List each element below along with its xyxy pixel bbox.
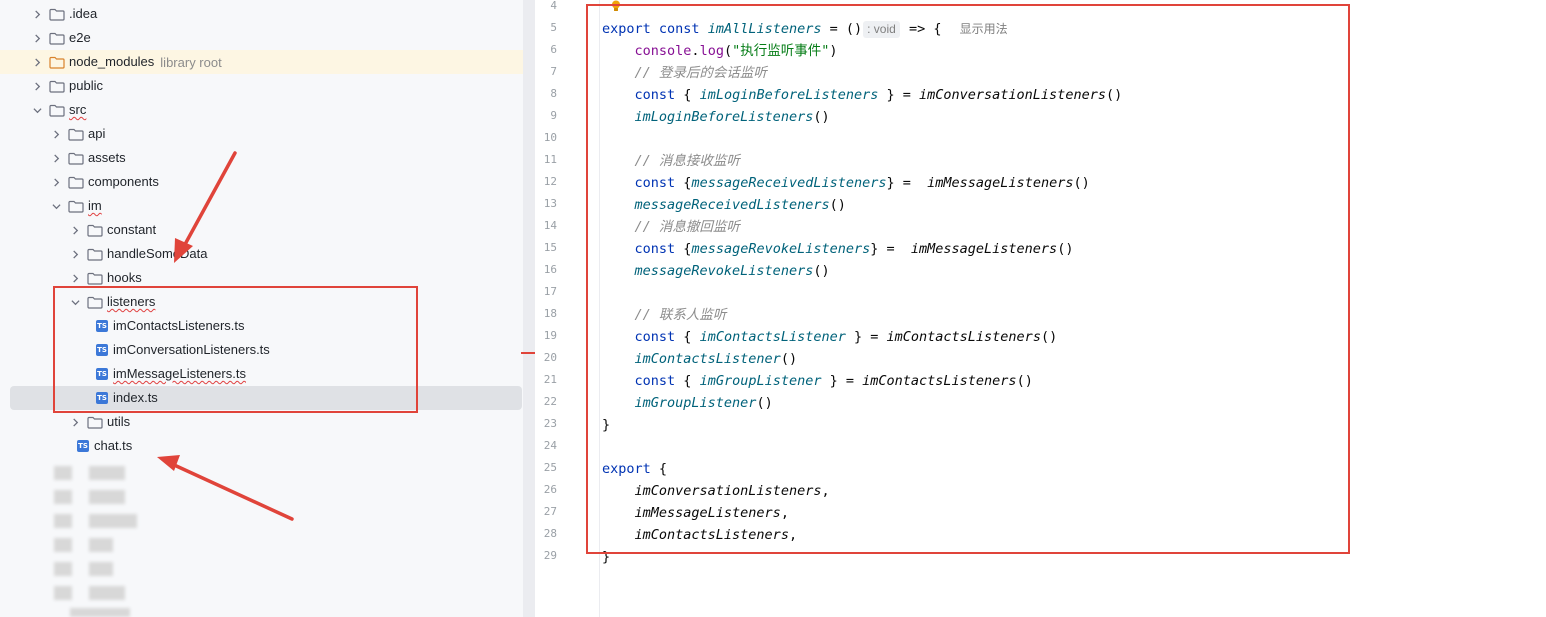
chevron-right-icon[interactable] xyxy=(68,415,82,429)
tree-item-src[interactable]: src xyxy=(0,98,523,122)
redacted-tree-item xyxy=(54,514,72,528)
chevron-right-icon[interactable] xyxy=(68,223,82,237)
line-number: 4 xyxy=(550,0,557,12)
tree-item-label: handleSomeData xyxy=(107,246,208,261)
tree-item-assets[interactable]: assets xyxy=(0,146,523,170)
library-root-hint: library root xyxy=(160,54,222,70)
chevron-right-icon[interactable] xyxy=(30,31,44,45)
tree-item-label: src xyxy=(69,102,87,117)
tree-item-node-modules[interactable]: node_modules library root xyxy=(0,50,523,74)
folder-icon xyxy=(68,152,84,165)
line-number: 17 xyxy=(543,285,557,298)
tree-item-label: node_modules xyxy=(69,54,155,69)
line-number: 21 xyxy=(543,373,557,386)
chevron-right-icon[interactable] xyxy=(30,79,44,93)
tree-item-api[interactable]: api xyxy=(0,122,523,146)
folder-icon xyxy=(49,104,65,117)
redacted-tree-item xyxy=(89,562,113,576)
typescript-file-icon: TS xyxy=(77,440,89,452)
line-number: 29 xyxy=(543,549,557,562)
line-number: 24 xyxy=(543,439,557,452)
redacted-tree-item xyxy=(70,608,130,617)
tree-item-label: constant xyxy=(107,222,157,237)
line-number: 15 xyxy=(543,241,557,254)
line-number: 12 xyxy=(543,175,557,188)
tree-item-label: utils xyxy=(107,414,131,429)
tree-item-label: .idea xyxy=(69,6,98,21)
tree-item-label: chat.ts xyxy=(94,438,133,453)
chevron-right-icon[interactable] xyxy=(49,175,63,189)
line-number: 16 xyxy=(543,263,557,276)
redacted-tree-item xyxy=(89,490,125,504)
redacted-tree-item xyxy=(54,562,72,576)
panel-splitter[interactable] xyxy=(523,0,535,617)
chevron-right-icon[interactable] xyxy=(30,7,44,21)
folder-icon xyxy=(68,128,84,141)
line-number: 6 xyxy=(550,43,557,56)
tree-item-label: components xyxy=(88,174,159,189)
line-number: 14 xyxy=(543,219,557,232)
code-highlight-box xyxy=(586,4,1350,554)
chevron-right-icon[interactable] xyxy=(49,127,63,141)
redacted-tree-item xyxy=(89,586,125,600)
chevron-right-icon[interactable] xyxy=(68,247,82,261)
folder-icon xyxy=(49,80,65,93)
redacted-tree-item xyxy=(89,538,113,552)
line-number: 19 xyxy=(543,329,557,342)
tree-item-chat-ts[interactable]: TS chat.ts xyxy=(0,434,523,458)
tree-item-public[interactable]: public xyxy=(0,74,523,98)
line-number: 28 xyxy=(543,527,557,540)
line-number: 18 xyxy=(543,307,557,320)
tree-item-components[interactable]: components xyxy=(0,170,523,194)
tree-item-idea[interactable]: .idea xyxy=(0,2,523,26)
folder-icon xyxy=(49,56,65,69)
redacted-tree-item xyxy=(89,466,125,480)
folder-icon xyxy=(87,224,103,237)
chevron-right-icon[interactable] xyxy=(30,55,44,69)
folder-icon xyxy=(87,248,103,261)
line-number: 8 xyxy=(550,87,557,100)
chevron-right-icon[interactable] xyxy=(49,151,63,165)
tree-item-handlesomedata[interactable]: handleSomeData xyxy=(0,242,523,266)
tree-item-constant[interactable]: constant xyxy=(0,218,523,242)
listeners-highlight-box xyxy=(53,286,418,413)
splitter-red-tick xyxy=(521,352,535,354)
tree-item-im[interactable]: im xyxy=(0,194,523,218)
tree-item-label: public xyxy=(69,78,103,93)
line-number: 11 xyxy=(543,153,557,166)
folder-icon xyxy=(87,272,103,285)
redacted-tree-item xyxy=(54,490,72,504)
line-number: 26 xyxy=(543,483,557,496)
tree-item-label: api xyxy=(88,126,106,141)
line-number: 5 xyxy=(550,21,557,34)
redacted-tree-item xyxy=(54,466,72,480)
folder-icon xyxy=(49,32,65,45)
tree-item-label: assets xyxy=(88,150,126,165)
line-number: 20 xyxy=(543,351,557,364)
line-number: 22 xyxy=(543,395,557,408)
line-number: 10 xyxy=(543,131,557,144)
redacted-tree-item xyxy=(54,586,72,600)
line-number: 27 xyxy=(543,505,557,518)
redacted-tree-item xyxy=(54,538,72,552)
line-number: 13 xyxy=(543,197,557,210)
line-number: 9 xyxy=(550,109,557,122)
folder-icon xyxy=(87,416,103,429)
tree-item-label: im xyxy=(88,198,102,213)
line-number: 25 xyxy=(543,461,557,474)
chevron-down-icon[interactable] xyxy=(49,199,63,213)
tree-item-utils[interactable]: utils xyxy=(0,410,523,434)
folder-icon xyxy=(68,176,84,189)
tree-item-label: e2e xyxy=(69,30,91,45)
chevron-right-icon[interactable] xyxy=(68,271,82,285)
tree-item-label: hooks xyxy=(107,270,142,285)
folder-icon xyxy=(49,8,65,21)
line-number: 7 xyxy=(550,65,557,78)
folder-icon xyxy=(68,200,84,213)
redacted-tree-item xyxy=(89,514,137,528)
tree-item-e2e[interactable]: e2e xyxy=(0,26,523,50)
line-number: 23 xyxy=(543,417,557,430)
chevron-down-icon[interactable] xyxy=(30,103,44,117)
